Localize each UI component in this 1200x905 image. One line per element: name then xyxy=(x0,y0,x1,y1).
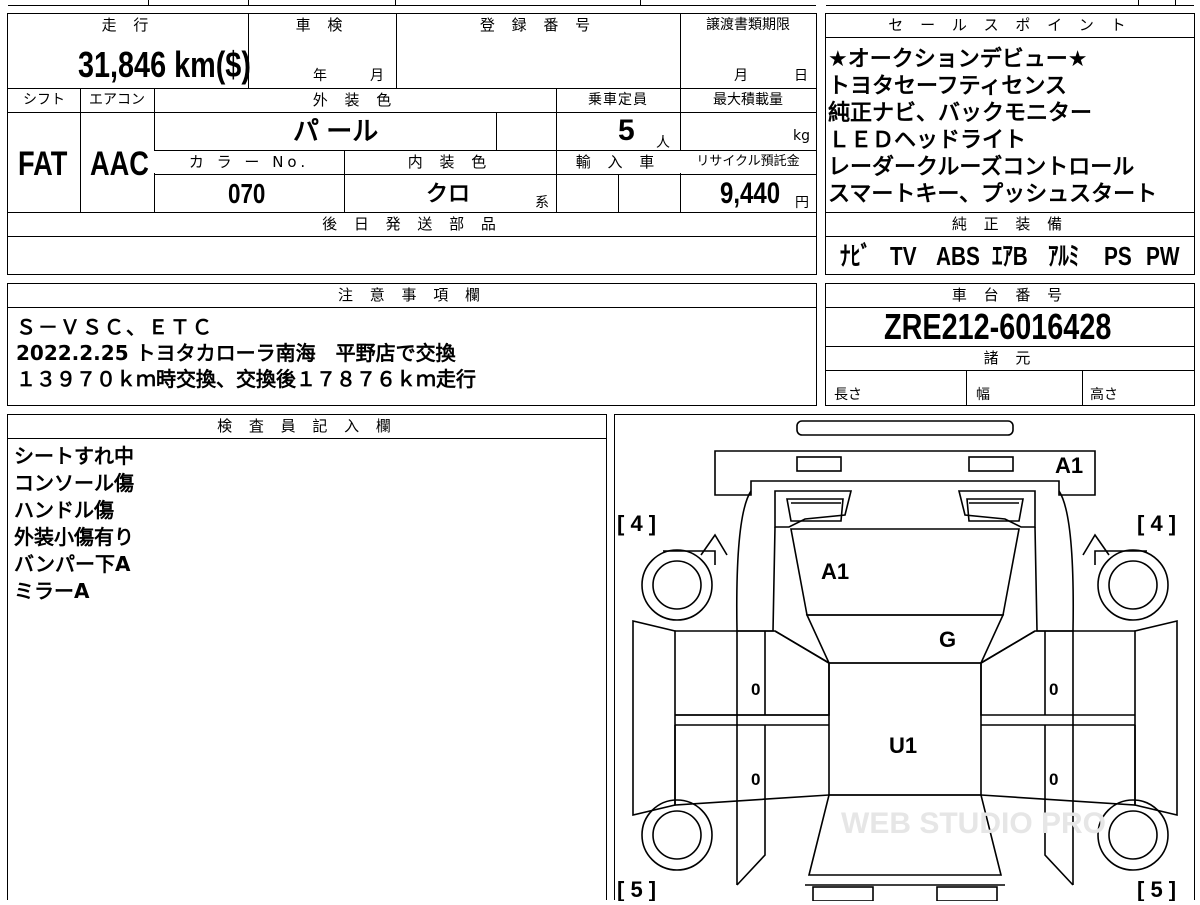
equipment-item: ABS xyxy=(936,241,980,271)
tire-front-right: [ 4 ] xyxy=(1137,511,1176,536)
inspector-box: 検 査 員 記 入 欄 シートすれ中 コンソール傷 ハンドル傷 外装小傷有り バ… xyxy=(7,414,607,900)
inspection-month: 月 xyxy=(370,68,384,84)
chassis-label: 車 台 番 号 xyxy=(826,284,1194,308)
recycle-value: 9,440 xyxy=(720,177,781,210)
inspector-label: 検 査 員 記 入 欄 xyxy=(8,415,606,439)
max-load-unit: kg xyxy=(793,128,810,144)
inspector-note: ミラーA xyxy=(14,579,90,603)
inspector-note: コンソール傷 xyxy=(14,471,134,495)
inspector-note: シートすれ中 xyxy=(14,444,134,468)
equipment-item: PS xyxy=(1104,241,1132,271)
height-label: 高さ xyxy=(1090,387,1118,403)
registration-label: 登 録 番 号 xyxy=(396,14,680,38)
inspector-note: 外装小傷有り xyxy=(14,525,134,549)
inspection-year: 年 xyxy=(313,68,327,84)
notes-label: 注 意 事 項 欄 xyxy=(8,284,816,308)
sales-point: トヨタセーフティセンス xyxy=(828,74,1067,99)
equipment-item: PW xyxy=(1146,241,1180,271)
car-outline-svg: A1 A1 G U1 0 0 0 0 [ 4 ] [ 4 ] [ 5 ] [ 5… xyxy=(617,420,1178,902)
equipment-item: ﾅﾋﾞ xyxy=(840,241,872,271)
mark-roof: U1 xyxy=(889,733,917,758)
sales-points-box: セ ー ル ス ポ イ ン ト ★オークションデビュー★ トヨタセーフティセンス… xyxy=(825,13,1195,275)
sales-points-label: セ ー ル ス ポ イ ン ト xyxy=(826,14,1194,38)
car-damage-diagram: A1 A1 G U1 0 0 0 0 [ 4 ] [ 4 ] [ 5 ] [ 5… xyxy=(614,414,1195,902)
transfer-month: 月 xyxy=(734,68,748,84)
exterior-color-value: パ ール xyxy=(293,116,379,146)
max-load-label: 最大積載量 xyxy=(680,89,816,111)
watermark: WEB STUDIO PRO xyxy=(841,807,1106,840)
equipment-item: ｱﾙﾐ xyxy=(1048,241,1080,271)
mark-front-bumper: A1 xyxy=(1055,453,1083,478)
sales-point: スマートキー、プッシュスタート xyxy=(828,182,1158,207)
tire-front-left: [ 4 ] xyxy=(617,511,656,536)
mark-door-front-left: 0 xyxy=(751,680,760,699)
shift-value: FAT xyxy=(18,145,68,183)
capacity-label: 乗車定員 xyxy=(556,89,680,111)
inspector-note: ハンドル傷 xyxy=(14,498,114,522)
shift-label: シフト xyxy=(8,89,80,111)
recycle-label: リサイクル預託金 xyxy=(680,151,816,173)
note-line: １３９７０ｋｍ時交換、交換後１７８７６ｋｍ走行 xyxy=(16,367,476,391)
mileage-value: 31,846 km($) xyxy=(78,44,251,85)
capacity-unit: 人 xyxy=(656,135,670,151)
mark-windshield: G xyxy=(939,627,956,652)
notes-box: 注 意 事 項 欄 Ｓ－ＶＳＣ、ＥＴＣ 2022.2.25 トヨタカローラ南海 … xyxy=(7,283,817,406)
sales-point: ＬＥＤヘッドライト xyxy=(828,128,1027,153)
interior-color-suffix: 系 xyxy=(535,195,549,211)
sales-point: ★オークションデビュー★ xyxy=(828,47,1088,72)
interior-color-value: クロ xyxy=(426,181,471,206)
equipment-label: 純 正 装 備 xyxy=(826,213,1194,235)
aircon-label: エアコン xyxy=(80,89,154,111)
mileage-label: 走 行 xyxy=(8,14,248,38)
inspection-label: 車 検 xyxy=(248,14,396,38)
capacity-value: 5 xyxy=(618,114,635,147)
chassis-number: ZRE212-6016428 xyxy=(884,306,1112,347)
chassis-box: 車 台 番 号 ZRE212-6016428 諸 元 長さ 幅 高さ xyxy=(825,283,1195,406)
specs-label: 諸 元 xyxy=(826,347,1194,369)
vehicle-info-table: 走 行 車 検 登 録 番 号 譲渡書類期限 31,846 km($) 年 月 … xyxy=(7,13,817,275)
transfer-deadline-label: 譲渡書類期限 xyxy=(680,14,816,38)
color-no-value: 070 xyxy=(228,178,266,209)
exterior-color-label: 外 装 色 xyxy=(154,89,556,111)
sales-point: 純正ナビ、バックモニター xyxy=(828,101,1093,126)
mark-hood: A1 xyxy=(821,559,849,584)
import-label: 輸 入 車 xyxy=(556,151,680,173)
equipment-list: ﾅﾋﾞ TV ABS ｴｱB ｱﾙﾐ PS PW xyxy=(840,239,1190,273)
recycle-unit: 円 xyxy=(795,195,809,211)
later-parts-label: 後 日 発 送 部 品 xyxy=(8,213,816,235)
note-line: 2022.2.25 トヨタカローラ南海 平野店で交換 xyxy=(16,341,456,365)
aircon-value: AAC xyxy=(90,145,149,183)
inspector-note: バンパー下A xyxy=(14,552,131,576)
length-label: 長さ xyxy=(834,387,862,403)
mark-door-front-right: 0 xyxy=(1049,680,1058,699)
sales-point: レーダークルーズコントロール xyxy=(828,155,1135,180)
interior-color-label: 内 装 色 xyxy=(344,151,556,173)
tire-rear-left: [ 5 ] xyxy=(617,877,656,901)
tire-rear-right: [ 5 ] xyxy=(1137,877,1176,901)
note-line: Ｓ－ＶＳＣ、ＥＴＣ xyxy=(16,315,214,339)
equipment-item: TV xyxy=(890,241,917,271)
equipment-item: ｴｱB xyxy=(992,241,1028,271)
transfer-day: 日 xyxy=(794,68,808,84)
mark-door-rear-right: 0 xyxy=(1049,770,1058,789)
mark-door-rear-left: 0 xyxy=(751,770,760,789)
width-label: 幅 xyxy=(976,387,990,403)
sales-points-list: ★オークションデビュー★ トヨタセーフティセンス 純正ナビ、バックモニター ＬＥ… xyxy=(828,46,1192,208)
color-no-label: カ ラ ー No. xyxy=(154,151,344,173)
top-strip xyxy=(0,0,1200,6)
